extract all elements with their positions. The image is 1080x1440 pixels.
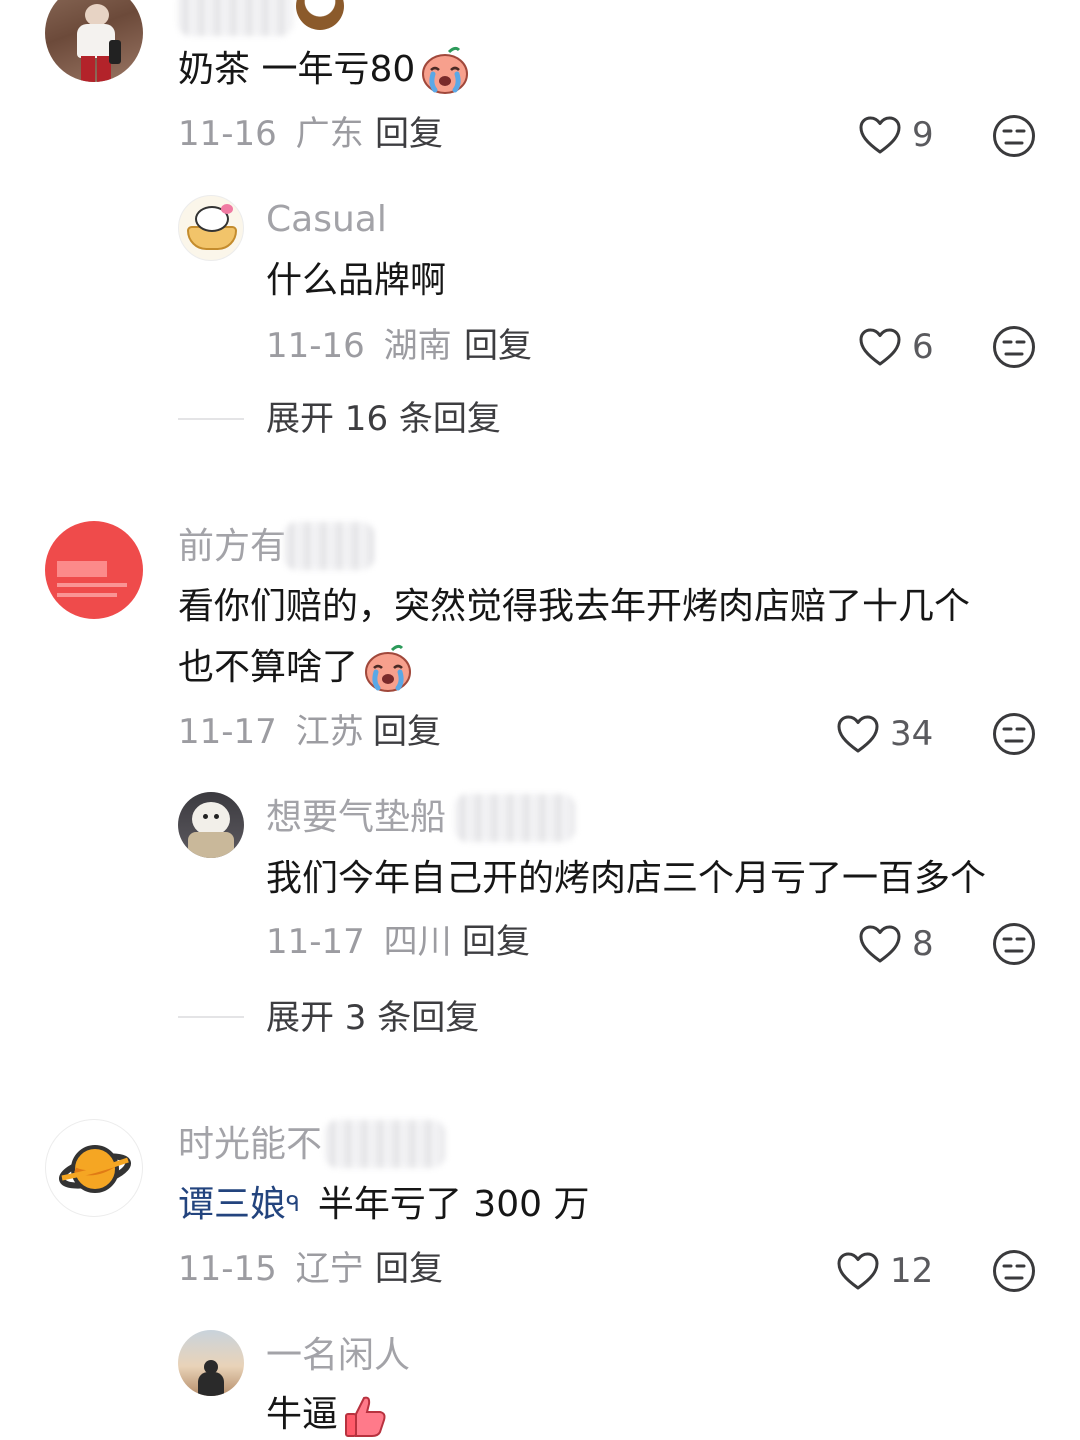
like-count: 34 [890,714,934,754]
reply-button[interactable]: 回复 [375,112,443,156]
reply-button[interactable]: 回复 [462,920,530,964]
reply-button[interactable]: 回复 [375,1247,443,1291]
reply-region: 湖南 [383,326,452,366]
like-button[interactable]: 34 [836,706,933,762]
reply-region: 四川 [383,922,452,962]
username[interactable]: Casual [266,198,387,242]
reply-text: 我们今年自己开的烤肉店三个月亏了一百多个 [266,858,987,899]
avatar[interactable] [45,0,143,82]
reply-meta: 11-17 四川 [266,920,452,964]
comment-meta: 11-17 江苏 [178,710,364,754]
comment-text-line-1: 看你们赔的，突然觉得我去年开烤肉店赔了十几个 [178,586,971,627]
username[interactable]: 一名闲人 [266,1334,410,1378]
avatar[interactable] [178,792,244,858]
username-blurred [325,1120,445,1168]
avatar[interactable] [178,195,244,261]
comment-text: 奶茶 一年亏80 [178,46,471,96]
comment-region: 辽宁 [295,1249,364,1289]
username[interactable]: 时光能不 [178,1123,322,1167]
heart-icon [859,925,901,963]
reply-text: 牛逼 [266,1392,388,1438]
expand-divider [178,1016,244,1018]
like-count: 9 [912,115,934,155]
thumbs-up-emoji [345,1396,386,1437]
like-count: 8 [912,924,934,964]
dislike-face-icon[interactable] [992,114,1036,158]
username[interactable]: 想要气垫船 [266,796,446,840]
comment-text: 谭三娘ᑫ 半年亏了 300 万 [178,1184,590,1225]
username-blurred [178,0,293,36]
expand-replies-button[interactable]: 展开 3 条回复 [266,996,479,1040]
comment-meta: 11-16 广东 [178,112,364,156]
expand-replies-button[interactable]: 展开 16 条回复 [266,397,501,441]
search-icon: ᑫ [286,1192,300,1217]
dislike-face-icon[interactable] [992,1249,1036,1293]
comment-region: 广东 [295,114,364,154]
comment-date: 11-17 [178,712,277,752]
username-blurred [284,522,374,570]
reply-date: 11-16 [266,326,365,366]
comment-region: 江苏 [295,712,364,752]
like-button[interactable]: 6 [858,319,934,375]
like-count: 12 [890,1251,934,1291]
crying-face-emoji [365,644,412,692]
reply-button[interactable]: 回复 [464,324,532,368]
username-blurred [455,794,575,842]
username[interactable]: 前方有 [178,525,286,569]
expand-divider [178,418,244,420]
like-count: 6 [912,327,934,367]
planet-icon [59,1145,131,1193]
reply-button[interactable]: 回复 [373,710,441,754]
heart-icon [837,715,879,753]
comment-meta: 11-15 辽宁 [178,1247,364,1291]
coconut-icon [296,0,344,30]
avatar[interactable] [45,521,143,619]
heart-icon [837,1252,879,1290]
dislike-face-icon[interactable] [992,325,1036,369]
avatar[interactable] [45,1119,143,1217]
dislike-face-icon[interactable] [992,712,1036,756]
reply-meta: 11-16 湖南 [266,324,452,368]
avatar[interactable] [178,1330,244,1396]
like-button[interactable]: 8 [858,916,934,972]
like-button[interactable]: 12 [836,1243,933,1299]
reply-text: 什么品牌啊 [266,260,447,301]
heart-icon [859,328,901,366]
comment-date: 11-15 [178,1249,277,1289]
crying-face-emoji [422,46,469,94]
heart-icon [859,116,901,154]
reply-date: 11-17 [266,922,365,962]
comment-text-line-2: 也不算啥了 [178,644,414,694]
mention-link[interactable]: 谭三娘 [178,1184,286,1225]
comment-date: 11-16 [178,114,277,154]
dislike-face-icon[interactable] [992,922,1036,966]
like-button[interactable]: 9 [858,107,934,163]
